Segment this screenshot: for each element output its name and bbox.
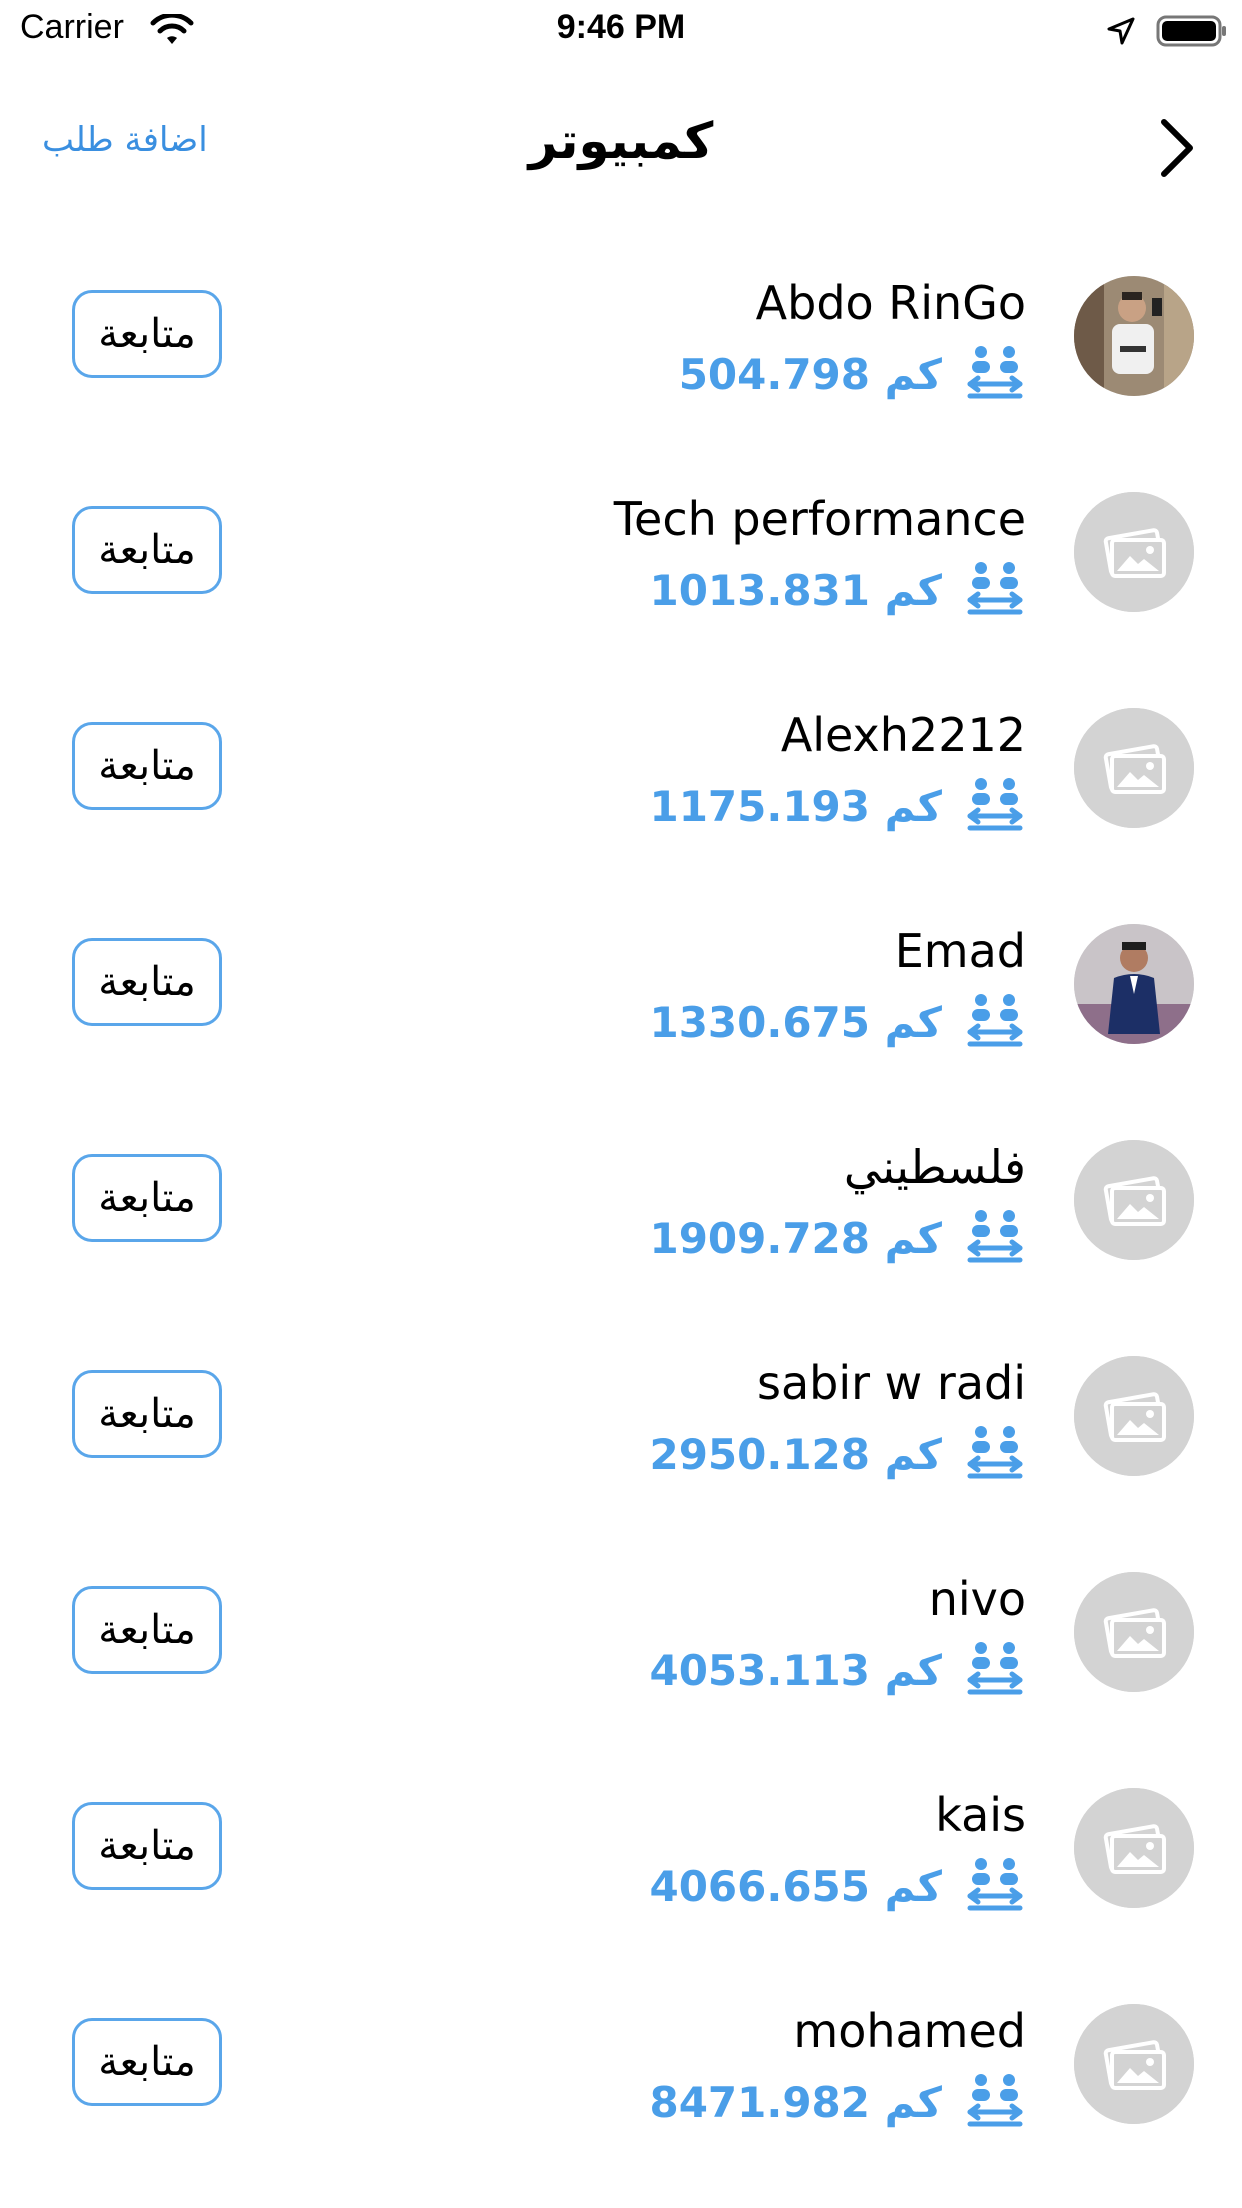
distance-line: 4053.113 كم — [649, 1640, 1026, 1700]
people-icon — [967, 2074, 1023, 2127]
location-arrow-icon — [1107, 17, 1135, 45]
distance-value: 1330.675 كم — [649, 997, 942, 1047]
follow-button[interactable]: متابعة — [72, 1154, 222, 1242]
people-icon — [967, 1426, 1023, 1479]
list-item[interactable]: متابعة nivo 4053.113 كم — [0, 1560, 1242, 1776]
list-item[interactable]: متابعة mohamed 8471.982 كم — [0, 1992, 1242, 2208]
avatar[interactable] — [1074, 1356, 1194, 1476]
avatar[interactable] — [1074, 1572, 1194, 1692]
avatar[interactable] — [1074, 2004, 1194, 2124]
user-list: متابعة Abdo RinGo 504.798 كم متابعة Tech per… — [0, 264, 1242, 2208]
page-title: كمبيوتر — [528, 112, 714, 170]
list-item[interactable]: متابعة فلسطيني 1909.728 كم — [0, 1128, 1242, 1344]
user-name: فلسطيني — [843, 1140, 1026, 1194]
distance-value: 1909.728 كم — [649, 1213, 942, 1263]
image-placeholder-icon — [1074, 2004, 1194, 2124]
people-icon — [967, 562, 1023, 615]
avatar[interactable] — [1074, 1140, 1194, 1260]
follow-button[interactable]: متابعة — [72, 1802, 222, 1890]
user-name: mohamed — [793, 2004, 1026, 2058]
user-photo — [1074, 276, 1194, 396]
image-placeholder-icon — [1074, 1572, 1194, 1692]
user-name: Tech performance — [613, 492, 1026, 546]
distance-line: 1175.193 كم — [649, 776, 1026, 836]
user-name: nivo — [928, 1572, 1026, 1626]
distance-value: 1175.193 كم — [649, 781, 942, 831]
distance-value: 4066.655 كم — [649, 1861, 942, 1911]
follow-button[interactable]: متابعة — [72, 1370, 222, 1458]
distance-line: 2950.128 كم — [649, 1424, 1026, 1484]
follow-button[interactable]: متابعة — [72, 290, 222, 378]
list-item[interactable]: متابعة Abdo RinGo 504.798 كم — [0, 264, 1242, 480]
people-icon — [967, 778, 1023, 831]
status-bar: Carrier 9:46 PM — [0, 0, 1242, 60]
people-icon — [967, 994, 1023, 1047]
distance-line: 504.798 كم — [679, 344, 1026, 404]
distance-value: 1013.831 كم — [649, 565, 942, 615]
avatar[interactable] — [1074, 1788, 1194, 1908]
people-icon — [967, 1858, 1023, 1911]
distance-line: 1330.675 كم — [649, 992, 1026, 1052]
distance-value: 2950.128 كم — [649, 1429, 942, 1479]
follow-button[interactable]: متابعة — [72, 506, 222, 594]
image-placeholder-icon — [1074, 1788, 1194, 1908]
user-name: Abdo RinGo — [755, 276, 1026, 330]
image-placeholder-icon — [1074, 1356, 1194, 1476]
distance-line: 1013.831 كم — [649, 560, 1026, 620]
distance-line: 8471.982 كم — [649, 2072, 1026, 2132]
image-placeholder-icon — [1074, 708, 1194, 828]
follow-button[interactable]: متابعة — [72, 1586, 222, 1674]
user-name: sabir w radi — [757, 1356, 1026, 1410]
battery-icon — [1156, 15, 1226, 47]
distance-line: 4066.655 كم — [649, 1856, 1026, 1916]
list-item[interactable]: متابعة Emad 1330.675 كم — [0, 912, 1242, 1128]
avatar[interactable] — [1074, 492, 1194, 612]
avatar[interactable] — [1074, 276, 1194, 396]
avatar[interactable] — [1074, 708, 1194, 828]
follow-button[interactable]: متابعة — [72, 938, 222, 1026]
navigation-bar: اضافة طلب كمبيوتر — [0, 60, 1242, 230]
follow-button[interactable]: متابعة — [72, 722, 222, 810]
list-item[interactable]: متابعة kais 4066.655 كم — [0, 1776, 1242, 1992]
distance-value: 8471.982 كم — [649, 2077, 942, 2127]
status-time: 9:46 PM — [556, 8, 686, 46]
list-item[interactable]: متابعة Alexh2212 1175.193 كم — [0, 696, 1242, 912]
user-name: kais — [935, 1788, 1026, 1842]
distance-value: 4053.113 كم — [649, 1645, 942, 1695]
user-name: Emad — [894, 924, 1026, 978]
avatar[interactable] — [1074, 924, 1194, 1044]
people-icon — [967, 1210, 1023, 1263]
image-placeholder-icon — [1074, 492, 1194, 612]
user-photo — [1074, 924, 1194, 1044]
chevron-right-icon[interactable] — [1158, 116, 1198, 180]
distance-line: 1909.728 كم — [649, 1208, 1026, 1268]
list-item[interactable]: متابعة Tech performance 1013.831 كم — [0, 480, 1242, 696]
user-name: Alexh2212 — [780, 708, 1026, 762]
image-placeholder-icon — [1074, 1140, 1194, 1260]
people-icon — [967, 346, 1023, 399]
people-icon — [967, 1642, 1023, 1695]
list-item[interactable]: متابعة sabir w radi 2950.128 كم — [0, 1344, 1242, 1560]
follow-button[interactable]: متابعة — [72, 2018, 222, 2106]
distance-value: 504.798 كم — [678, 349, 942, 399]
